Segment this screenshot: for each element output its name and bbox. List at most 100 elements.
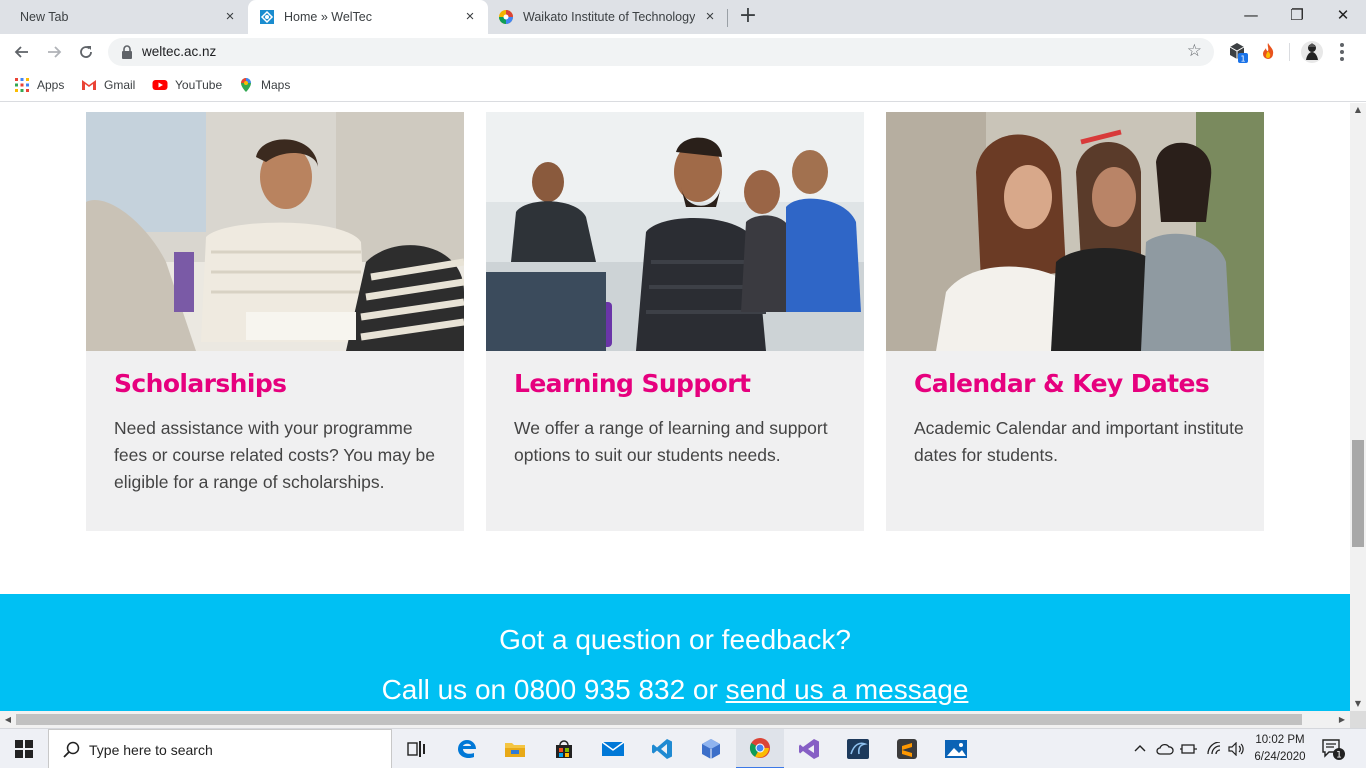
maps-pin-icon — [241, 78, 251, 92]
tab-title: Waikato Institute of Technology — [523, 10, 696, 24]
taskbar-database[interactable] — [834, 729, 882, 768]
bookmark-label: Apps — [37, 78, 65, 92]
volume-icon[interactable] — [1228, 739, 1244, 759]
clock-date: 6/24/2020 — [1254, 751, 1306, 763]
search-placeholder: Type here to search — [89, 742, 213, 758]
send-message-link[interactable]: send us a message — [726, 674, 969, 705]
tab-separator — [727, 9, 728, 27]
tab-weltec[interactable]: Home » WelTec × — [248, 0, 488, 34]
tab-strip: New Tab × Home » WelTec × Waikato Instit… — [0, 0, 1366, 34]
card-text: Need assistance with your programme fees… — [114, 418, 436, 492]
tab-wintec[interactable]: Waikato Institute of Technology × — [488, 0, 728, 34]
taskbar-clock[interactable]: 10:02 PM 6/24/2020 — [1244, 732, 1316, 766]
calendar-photo — [886, 112, 1264, 351]
taskbar-photos[interactable] — [932, 729, 980, 768]
card-scholarships[interactable]: Scholarships Need assistance with your p… — [86, 112, 464, 531]
windows-logo-icon — [15, 740, 33, 758]
url-text[interactable]: weltec.ac.nz — [142, 44, 216, 59]
reload-button[interactable] — [74, 40, 98, 64]
extension-cube-icon[interactable]: 1 — [1226, 40, 1250, 64]
contact-band: Got a question or feedback? Call us on 0… — [0, 594, 1350, 711]
reload-icon — [80, 46, 92, 58]
taskbar-visual-studio[interactable] — [785, 729, 833, 768]
notification-count: 1 — [1336, 751, 1342, 761]
task-view-icon — [407, 741, 425, 757]
address-bar[interactable]: weltec.ac.nz ☆ — [108, 38, 1214, 66]
forward-button[interactable] — [42, 40, 66, 64]
taskbar-edge[interactable] — [443, 729, 491, 768]
file-explorer-icon — [505, 743, 525, 757]
weltec-favicon-icon — [260, 10, 274, 24]
scroll-down-arrow-icon[interactable]: ▼ — [1350, 697, 1366, 711]
taskbar-search-box[interactable]: Type here to search — [48, 729, 392, 768]
photos-icon — [945, 740, 967, 758]
cta-call-line: Call us on 0800 935 832 or send us a mes… — [0, 674, 1350, 706]
minimize-button[interactable]: — — [1228, 4, 1274, 26]
mail-icon — [601, 741, 625, 756]
network-device-icon[interactable] — [1180, 739, 1198, 759]
learning-support-photo — [486, 112, 864, 351]
taskbar-box-app[interactable] — [687, 729, 735, 768]
scroll-right-arrow-icon[interactable]: ▶ — [1334, 711, 1350, 728]
scroll-left-arrow-icon[interactable]: ◀ — [0, 711, 16, 728]
notification-icon: 1 — [1322, 739, 1345, 761]
new-tab-button[interactable]: + — [737, 5, 759, 28]
tab-close-icon[interactable]: × — [702, 9, 718, 25]
card-text: We offer a range of learning and support… — [514, 418, 828, 465]
horizontal-scrollbar[interactable]: ◀ ▶ — [0, 711, 1350, 728]
tab-close-icon[interactable]: × — [462, 9, 478, 25]
store-icon — [556, 740, 572, 758]
card-learning-support[interactable]: Learning Support We offer a range of lea… — [486, 112, 864, 531]
bookmark-star-icon[interactable]: ☆ — [1187, 41, 1202, 61]
task-view-button[interactable] — [392, 729, 440, 768]
card-calendar-key-dates[interactable]: Calendar & Key Dates Academic Calendar a… — [886, 112, 1264, 531]
taskbar-vscode[interactable] — [638, 729, 686, 768]
card-title[interactable]: Calendar & Key Dates — [914, 369, 1210, 398]
taskbar-sublime[interactable] — [883, 729, 931, 768]
bookmark-gmail[interactable]: Gmail — [81, 76, 135, 94]
taskbar-mail[interactable] — [589, 729, 637, 768]
bookmark-label: YouTube — [175, 78, 223, 92]
bookmark-youtube[interactable]: YouTube — [152, 76, 222, 94]
browser-toolbar: weltec.ac.nz ☆ 1 — [0, 34, 1366, 70]
windows-taskbar: Type here to search 10:02 PM 6/24/2020 1 — [0, 728, 1366, 768]
page-viewport: Scholarships Need assistance with your p… — [0, 103, 1350, 711]
bookmark-label: Gmail — [104, 78, 136, 92]
profile-avatar[interactable] — [1300, 40, 1324, 64]
tab-title: New Tab — [20, 10, 69, 24]
taskbar-store[interactable] — [540, 729, 588, 768]
vertical-scrollbar[interactable]: ▲ ▼ — [1350, 103, 1366, 711]
database-icon — [847, 739, 869, 759]
close-window-button[interactable]: ✕ — [1320, 4, 1366, 26]
wifi-icon[interactable] — [1206, 739, 1224, 759]
gmail-icon — [82, 80, 96, 90]
back-button[interactable] — [10, 40, 34, 64]
action-center-button[interactable]: 1 — [1320, 737, 1346, 761]
sublime-icon — [897, 739, 917, 759]
clock-time: 10:02 PM — [1255, 734, 1305, 746]
restore-button[interactable]: ❐ — [1274, 4, 1320, 26]
tab-close-icon[interactable]: × — [222, 9, 238, 25]
cta-phone-text: Call us on 0800 935 832 or — [381, 674, 726, 705]
taskbar-chrome[interactable] — [736, 729, 784, 768]
card-title[interactable]: Scholarships — [114, 369, 287, 398]
scroll-up-arrow-icon[interactable]: ▲ — [1350, 103, 1366, 117]
bookmark-maps[interactable]: Maps — [238, 76, 290, 94]
tab-new-tab[interactable]: New Tab × — [8, 0, 248, 34]
chrome-menu-icon[interactable] — [1337, 42, 1347, 62]
onedrive-cloud-icon[interactable] — [1156, 739, 1174, 759]
extension-badge: 1 — [1240, 55, 1245, 64]
vertical-scroll-thumb[interactable] — [1352, 440, 1364, 547]
youtube-icon — [152, 80, 168, 90]
forward-arrow-icon — [48, 46, 62, 58]
tray-overflow-chevron-icon[interactable] — [1134, 739, 1146, 759]
edge-icon — [458, 740, 476, 759]
start-button[interactable] — [0, 729, 48, 768]
horizontal-scroll-thumb[interactable] — [16, 714, 1302, 725]
lock-icon — [122, 45, 132, 59]
search-icon — [63, 741, 80, 758]
extension-fire-icon[interactable] — [1256, 40, 1280, 64]
card-title[interactable]: Learning Support — [514, 369, 751, 398]
taskbar-file-explorer[interactable] — [491, 729, 539, 768]
bookmark-apps[interactable]: Apps — [14, 76, 64, 94]
